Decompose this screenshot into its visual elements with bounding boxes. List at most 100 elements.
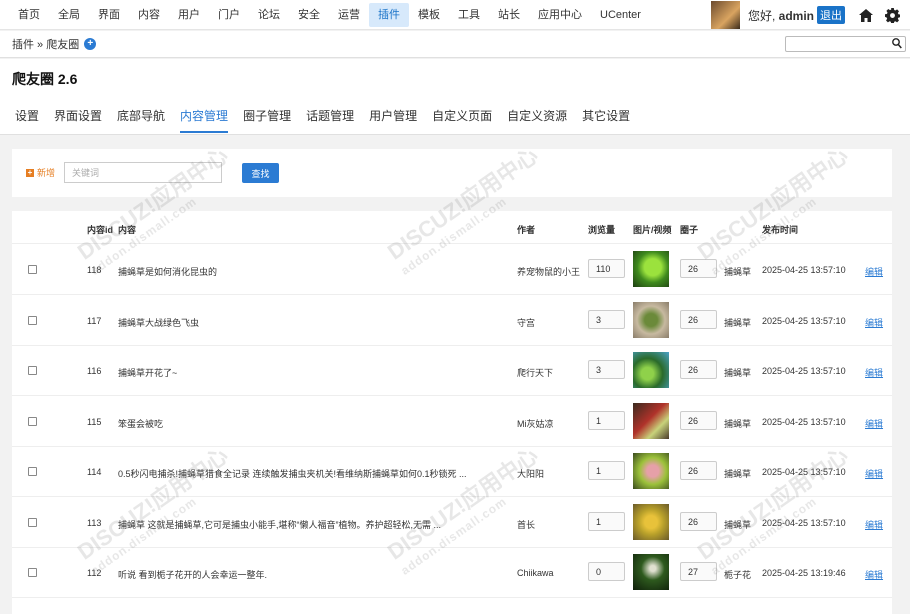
row-thumbnail[interactable] [633, 352, 669, 388]
row-circle-input[interactable]: 26 [680, 360, 717, 379]
table-row: 114 0.5秒闪电捕杀!捕蝇草猎食全记录 连续触发捕虫夹机关!看维纳斯捕蝇草如何… [12, 447, 892, 497]
row-circle-input[interactable]: 26 [680, 309, 717, 329]
edit-link[interactable]: 编辑 [865, 568, 883, 581]
row-time: 2025-04-25 13:57:10 [762, 517, 846, 528]
tab[interactable]: 自定义页面 [432, 99, 492, 133]
admin-search-input[interactable] [785, 36, 906, 52]
tab[interactable]: 自定义资源 [507, 99, 567, 133]
nav-item[interactable]: 用户 [169, 3, 209, 27]
row-content: 听说 看到栀子花开的人会幸运一整年. [118, 570, 268, 580]
edit-link[interactable]: 编辑 [865, 265, 883, 278]
row-circle-input[interactable]: 26 [680, 410, 717, 430]
row-checkbox[interactable] [28, 366, 37, 375]
tab[interactable]: 底部导航 [117, 99, 165, 133]
row-views-input[interactable]: 1 [588, 461, 625, 480]
add-shortcut-icon[interactable]: + [84, 38, 97, 50]
row-circle-name: 捕蝇草 [724, 267, 752, 277]
row-checkbox[interactable] [28, 265, 37, 274]
row-views-input[interactable]: 0 [588, 562, 625, 581]
nav-item[interactable]: 工具 [449, 3, 489, 27]
row-circle-input[interactable]: 26 [680, 461, 717, 480]
plugin-header: 爬友圈 2.6 设置 界面设置 底部导航 内容管理 圈子管理 话题管理 用户管理 自定义页面自… [0, 59, 910, 135]
row-views-input[interactable]: 3 [588, 360, 625, 379]
nav-item[interactable]: 内容 [129, 3, 169, 27]
tab[interactable]: 圈子管理 [243, 99, 291, 133]
row-checkbox[interactable] [28, 568, 37, 577]
row-time: 2025-04-25 13:19:46 [762, 568, 846, 578]
row-time: 2025-04-25 13:57:10 [762, 265, 846, 275]
breadcrumb[interactable]: 插件 » 爬友圈 [12, 36, 79, 52]
table-row: 112 听说 看到栀子花开的人会幸运一整年. Chiikawa 0 27 栀子花 2025-… [12, 548, 892, 598]
tab[interactable]: 话题管理 [306, 99, 354, 133]
row-id: 112 [87, 568, 102, 578]
row-views-input[interactable]: 3 [588, 309, 625, 329]
nav-item[interactable]: 模板 [409, 3, 449, 27]
row-thumbnail[interactable] [633, 301, 669, 338]
row-thumbnail[interactable] [633, 453, 669, 489]
nav-item[interactable]: 运营 [329, 3, 369, 27]
nav-item[interactable]: 界面 [89, 3, 129, 27]
row-circle-name: 栀子花 [724, 570, 752, 580]
row-views-input[interactable]: 110 [588, 259, 625, 278]
row-author: Mi灰姑凉 [517, 418, 554, 429]
row-checkbox[interactable] [28, 517, 37, 527]
row-id: 116 [87, 366, 102, 376]
row-checkbox[interactable] [28, 416, 37, 426]
nav-item[interactable]: 插件 [369, 2, 409, 27]
edit-link[interactable]: 编辑 [865, 518, 883, 531]
tab[interactable]: 用户管理 [369, 99, 417, 133]
content-table: 内容id 内容 作者 浏览量 图片/视频 圈子 发布时间 118 捕蝇草是如何消化… [12, 211, 892, 614]
col-time: 发布时间 [762, 225, 799, 235]
row-id: 118 [87, 265, 102, 275]
greeting: 您好, admin [747, 8, 814, 23]
gear-icon[interactable] [879, 0, 905, 30]
home-icon[interactable] [853, 0, 879, 30]
search-icon[interactable] [892, 38, 902, 52]
row-content: 0.5秒闪电捕杀!捕蝇草猎食全记录 连续触发捕虫夹机关!看维纳斯捕蝇草如何0.1… [118, 469, 467, 479]
add-icon: + [26, 167, 34, 177]
row-circle-input[interactable]: 27 [680, 562, 717, 581]
row-id: 114 [87, 467, 102, 477]
top-nav: 首页 全局 界面 内容 用户 门户 论坛 安全 运营 插件 模板 工具 站长 应用中心 UCenter 您好… [0, 0, 910, 30]
nav-item[interactable]: 论坛 [249, 3, 289, 27]
avatar[interactable] [710, 1, 740, 29]
logout-button[interactable]: 退出 [817, 6, 845, 24]
row-checkbox[interactable] [28, 315, 37, 325]
add-new-button[interactable]: + 新增 [26, 166, 55, 179]
tab[interactable]: 设置 [15, 99, 39, 133]
table-row: 117 捕蝇草大战绿色飞虫 守宫 3 26 捕蝇草 2025-04-25 13:57:10 编… [12, 296, 892, 346]
breadcrumb-bar: 插件 » 爬友圈 + [0, 31, 910, 58]
row-thumbnail[interactable] [633, 402, 669, 439]
nav-item[interactable]: 全局 [49, 3, 89, 27]
nav-item[interactable]: 站长 [489, 3, 529, 27]
search-button[interactable]: 查找 [242, 163, 279, 183]
col-views: 浏览量 [588, 225, 616, 235]
edit-link[interactable]: 编辑 [865, 366, 883, 379]
col-media: 图片/视频 [633, 225, 672, 235]
nav-item[interactable]: 首页 [9, 3, 49, 27]
tab[interactable]: 内容管理 [180, 99, 229, 133]
row-content: 捕蝇草开花了~ [118, 368, 178, 378]
row-thumbnail[interactable] [633, 251, 669, 287]
row-circle-input[interactable]: 26 [680, 259, 717, 278]
row-views-input[interactable]: 1 [588, 511, 625, 531]
nav-item[interactable]: UCenter [591, 3, 650, 27]
edit-link[interactable]: 编辑 [865, 417, 883, 430]
row-thumbnail[interactable] [633, 503, 669, 540]
tab[interactable]: 界面设置 [54, 99, 102, 133]
table-row: 118 捕蝇草是如何消化昆虫的 养宠物鼠的小王 110 26 捕蝇草 2025-04-25 … [12, 245, 892, 295]
tab[interactable]: 其它设置 [582, 99, 630, 133]
nav-item[interactable]: 应用中心 [529, 3, 591, 27]
edit-link[interactable]: 编辑 [865, 316, 883, 329]
row-circle-input[interactable]: 26 [680, 511, 717, 531]
edit-link[interactable]: 编辑 [865, 467, 883, 480]
row-thumbnail[interactable] [633, 554, 669, 590]
row-checkbox[interactable] [28, 467, 37, 476]
row-views-input[interactable]: 1 [588, 410, 625, 430]
row-circle-name: 捕蝇草 [724, 418, 752, 429]
row-content: 笨蛋会被吃 [118, 418, 164, 429]
row-author: 爬行天下 [517, 368, 554, 378]
keyword-input[interactable] [64, 162, 222, 183]
nav-item[interactable]: 安全 [289, 3, 329, 27]
nav-item[interactable]: 门户 [209, 3, 249, 27]
